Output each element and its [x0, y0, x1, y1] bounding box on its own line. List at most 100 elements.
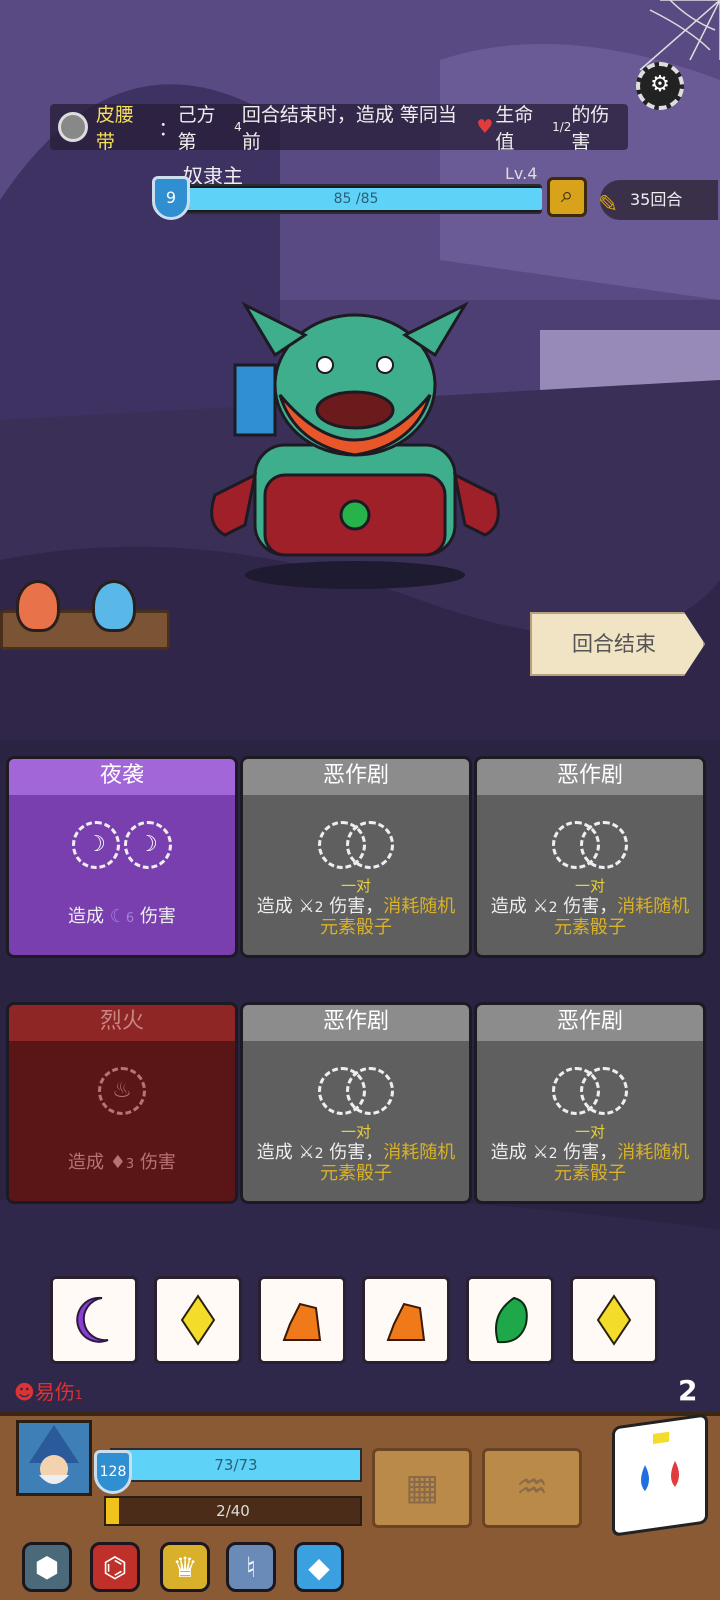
- light-die-icon[interactable]: [570, 1276, 658, 1364]
- sword-icon: ⚔: [298, 1142, 315, 1163]
- sword-icon: ⚔: [298, 896, 315, 917]
- moon-die-icon[interactable]: [50, 1276, 138, 1364]
- card-desc-gold: 元素骰子: [554, 917, 626, 938]
- relic-text-a: 己方第: [177, 104, 216, 153]
- skill-card-prank[interactable]: 恶作剧 一对 造成 ⚔2 伤害，消耗随机 元素骰子: [240, 756, 472, 958]
- relic-text-d: 的伤害: [571, 104, 610, 153]
- card-desc: 造成: [256, 1142, 293, 1163]
- card-desc-gold: 元素骰子: [320, 1163, 392, 1184]
- relic-separator: ：: [158, 117, 178, 140]
- fire-slot-icon[interactable]: ♨: [98, 1067, 146, 1115]
- settings-gear-icon[interactable]: ⚙: [636, 62, 684, 110]
- moon-slot-icon[interactable]: ☽: [72, 821, 120, 869]
- skill-card-prank[interactable]: 恶作剧 一对 造成 ⚔2 伤害，消耗随机 元素骰子: [474, 756, 706, 958]
- player-avatar[interactable]: [16, 1420, 92, 1496]
- horn-relic-icon[interactable]: ♮: [226, 1542, 276, 1592]
- card-title: 恶作剧: [477, 759, 703, 795]
- crystal-relic-icon[interactable]: ◆: [294, 1542, 344, 1592]
- heart-icon: ♥: [476, 116, 494, 138]
- card-title: 烈火: [9, 1005, 235, 1041]
- blue-potion-icon[interactable]: [92, 580, 136, 632]
- player-hp-bar: 73/73: [110, 1448, 362, 1482]
- relic-name: 皮腰带: [95, 104, 134, 153]
- belt-relic-icon[interactable]: ⌬: [90, 1542, 140, 1592]
- fire-die-icon[interactable]: [362, 1276, 450, 1364]
- card-title: 夜袭: [9, 759, 235, 795]
- enemy-sprite[interactable]: [195, 295, 515, 595]
- skill-card-blaze[interactable]: 烈火 ♨ 造成 ♦3 伤害: [6, 1002, 238, 1204]
- relic-ratio: 1/2: [552, 120, 572, 134]
- card-damage: 2: [548, 900, 558, 916]
- card-condition: 一对: [574, 1123, 605, 1141]
- card-desc-gold: 消耗随机: [383, 896, 456, 917]
- card-damage: 2: [548, 1146, 558, 1162]
- card-desc: 伤害: [139, 1152, 176, 1173]
- card-desc: 伤害，: [563, 896, 618, 917]
- player-xp-text: 2/40: [216, 1502, 250, 1520]
- card-damage: 2: [314, 900, 324, 916]
- pair-slot[interactable]: [316, 1067, 396, 1117]
- card-damage: 2: [314, 1146, 324, 1162]
- status-label: 易伤: [34, 1380, 75, 1404]
- enemy-shield-value: 9: [165, 188, 177, 207]
- scroll-icon: ✎: [598, 190, 619, 218]
- red-potion-icon[interactable]: [16, 580, 60, 632]
- pair-slot[interactable]: [316, 821, 396, 871]
- card-damage: 6: [125, 911, 135, 926]
- sword-icon: ⚔: [532, 896, 549, 917]
- card-desc: 伤害: [139, 906, 176, 927]
- card-title: 恶作剧: [243, 759, 469, 795]
- card-desc-gold: 消耗随机: [617, 1142, 690, 1163]
- moon-slot-icon[interactable]: ☽: [124, 821, 172, 869]
- card-desc: 造成: [256, 896, 293, 917]
- card-desc: 造成: [490, 896, 527, 917]
- inspect-magnifier-icon[interactable]: ⌕: [547, 177, 587, 217]
- skill-card-prank[interactable]: 恶作剧 一对 造成 ⚔2 伤害，消耗随机 元素骰子: [474, 1002, 706, 1204]
- card-title: 恶作剧: [243, 1005, 469, 1041]
- moon-damage-icon: ☾: [109, 906, 126, 927]
- card-desc: 造成: [490, 1142, 527, 1163]
- fire-die-icon[interactable]: [258, 1276, 346, 1364]
- card-condition: 一对: [340, 1123, 371, 1141]
- skill-card-night-raid[interactable]: 夜袭 ☽ ☽ 造成 ☾6 伤害: [6, 756, 238, 958]
- player-xp-bar: 2/40: [104, 1496, 362, 1526]
- card-desc-gold: 元素骰子: [554, 1163, 626, 1184]
- sword-icon: ⚔: [532, 1142, 549, 1163]
- fire-damage-icon: ♦: [109, 1152, 126, 1173]
- ability-grid-icon[interactable]: ▦: [372, 1448, 472, 1528]
- skill-card-prank[interactable]: 恶作剧 一对 造成 ⚔2 伤害，消耗随机 元素骰子: [240, 1002, 472, 1204]
- card-desc-gold: 元素骰子: [320, 917, 392, 938]
- round-label: 35回合: [630, 190, 683, 209]
- enemy-shield-icon: 9: [152, 176, 190, 220]
- leaf-die-icon[interactable]: [466, 1276, 554, 1364]
- player-shield-icon: 128: [94, 1450, 132, 1494]
- card-title: 恶作剧: [477, 1005, 703, 1041]
- vulnerable-status[interactable]: ☻易伤1: [14, 1376, 83, 1405]
- card-condition: 一对: [340, 877, 371, 895]
- devil-icon: ☻: [14, 1380, 35, 1404]
- dice-remaining: 2: [678, 1374, 698, 1407]
- card-desc-gold: 消耗随机: [383, 1142, 456, 1163]
- card-desc: 造成: [68, 906, 105, 927]
- player-hp-text: 73/73: [214, 1456, 258, 1474]
- stone-relic-icon[interactable]: ⬢: [22, 1542, 72, 1592]
- enemy-hp-bar: 85 /85: [170, 184, 542, 214]
- relic-text-b: 回合结束时，造成 等同当前: [241, 104, 457, 153]
- enemy-level: Lv.4: [505, 164, 538, 183]
- pair-slot[interactable]: [550, 821, 630, 871]
- relic-effect-banner: 皮腰带 ： 己方第 4 回合结束时，造成 等同当前 ♥ 生命值 1/2 的伤害: [50, 104, 628, 153]
- crown-relic-icon[interactable]: ♛: [160, 1542, 210, 1592]
- card-desc: 伤害，: [329, 1142, 384, 1163]
- belt-icon: [58, 112, 88, 142]
- status-count: 1: [74, 1388, 83, 1402]
- card-desc: 伤害，: [329, 896, 384, 917]
- card-desc-gold: 消耗随机: [617, 896, 690, 917]
- end-turn-button[interactable]: 回合结束: [530, 612, 705, 676]
- reroll-die-button[interactable]: [612, 1413, 708, 1537]
- light-die-icon[interactable]: [154, 1276, 242, 1364]
- player-shield-value: 128: [99, 1464, 127, 1480]
- card-damage: 3: [125, 1157, 135, 1172]
- pair-slot[interactable]: [550, 1067, 630, 1117]
- card-desc: 造成: [68, 1152, 105, 1173]
- ability-horn-icon[interactable]: ♒: [482, 1448, 582, 1528]
